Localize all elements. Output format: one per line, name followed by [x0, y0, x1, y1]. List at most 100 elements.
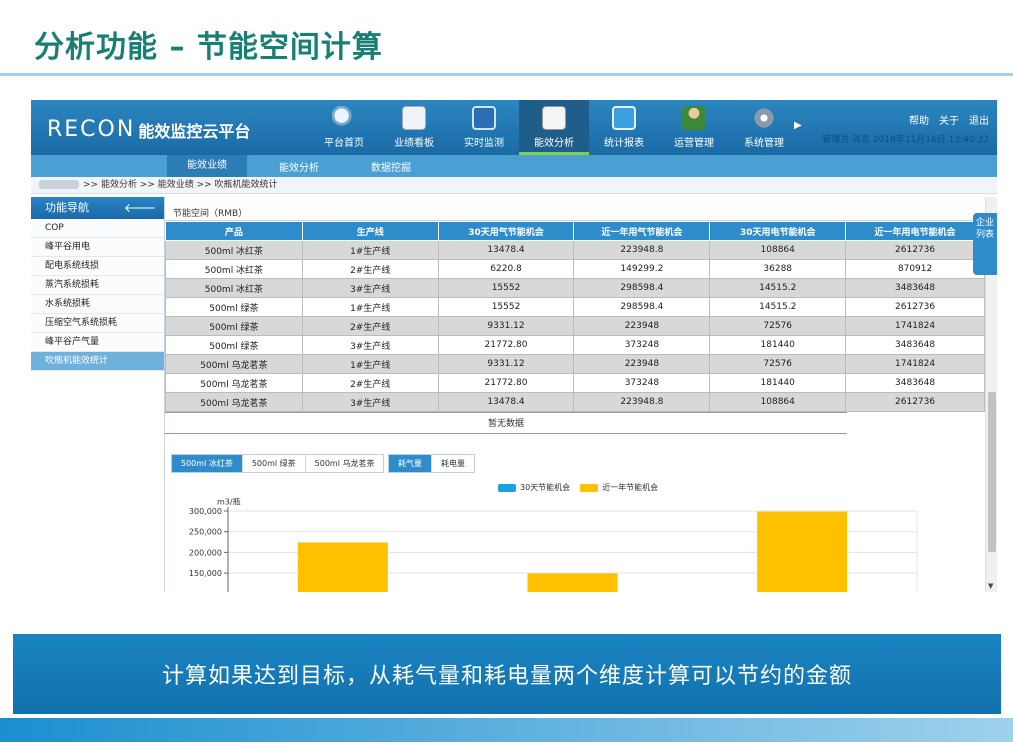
tab-product-1[interactable]: 500ml 冰红茶	[172, 455, 243, 472]
col-header[interactable]: 产品	[165, 221, 303, 241]
collapse-arrow-icon[interactable]: 🡐	[124, 197, 156, 219]
sidebar-item-line-loss[interactable]: 配电系统线损	[31, 257, 164, 276]
col-header[interactable]: 30天用气节能机会	[437, 221, 575, 241]
table-cell: 2#生产线	[301, 316, 439, 336]
bottom-bar	[0, 718, 1013, 742]
nav-item-monitor[interactable]: 实时监测	[449, 100, 519, 155]
table-cell: 72576	[709, 316, 847, 336]
table-row[interactable]: 500ml 绿茶 2#生产线 9331.12 223948 72576 1741824	[165, 316, 985, 336]
nav-item-system[interactable]: 系统管理	[729, 100, 799, 155]
magnifier-icon	[332, 106, 356, 130]
subnav-performance[interactable]: 能效业绩	[167, 155, 247, 177]
table-cell: 298598.4	[573, 297, 711, 317]
table-cell: 9331.12	[437, 316, 575, 336]
legend-item-year[interactable]: 近一年节能机会	[580, 482, 658, 493]
table-row[interactable]: 500ml 乌龙茗茶 3#生产线 13478.4 223948.8 108864 2612…	[165, 392, 985, 412]
table-cell: 500ml 绿茶	[165, 316, 303, 336]
table-cell: 298598.4	[573, 278, 711, 298]
table-row[interactable]: 500ml 冰红茶 1#生产线 13478.4 223948.8 108864 26127…	[165, 240, 985, 260]
tab-product-3[interactable]: 500ml 乌龙茗茶	[305, 455, 384, 472]
table-cell: 500ml 冰红茶	[165, 278, 303, 298]
app-logo[interactable]: RECON 能效监控云平台	[47, 117, 250, 142]
table-cell: 15552	[437, 297, 575, 317]
table-row[interactable]: 500ml 绿茶 1#生产线 15552 298598.4 14515.2 2612736	[165, 297, 985, 317]
sidebar-item-air-loss[interactable]: 压缩空气系统损耗	[31, 314, 164, 333]
table-row[interactable]: 500ml 乌龙茗茶 1#生产线 9331.12 223948 72576 1741824	[165, 354, 985, 374]
no-data-row: 暂无数据	[165, 412, 847, 434]
about-link[interactable]: 关于	[939, 112, 959, 127]
logo-brand: RECON	[47, 117, 136, 142]
bar-1-0	[297, 542, 388, 592]
table-cell: 870912	[845, 259, 985, 279]
subnav-analysis[interactable]: 能效分析	[279, 159, 319, 174]
legend-swatch	[580, 483, 599, 492]
table-cell: 21772.80	[437, 373, 575, 393]
y-tick-label: 200,000	[189, 548, 222, 557]
slide: 分析功能 – 节能空间计算 RECON 能效监控云平台 平台首页 业绩看板 实时…	[0, 0, 1013, 742]
sub-nav: 能效业绩 能效分析 数据挖掘	[31, 155, 997, 177]
report-screen-icon	[612, 106, 636, 130]
table-cell: 500ml 绿茶	[165, 335, 303, 355]
caption-text: 计算如果达到目标，从耗气量和耗电量两个维度计算可以节约的金额	[161, 664, 852, 689]
table-cell: 3483648	[845, 278, 985, 298]
table-row[interactable]: 500ml 冰红茶 2#生产线 6220.8 149299.2 36288 870912	[165, 259, 985, 279]
tab-product-2[interactable]: 500ml 绿茶	[242, 455, 306, 472]
table-cell: 3#生产线	[301, 392, 439, 412]
table-cell: 2612736	[845, 240, 985, 260]
sidebar-item-blow-molder[interactable]: 吹瓶机能效统计	[31, 352, 164, 371]
table-cell: 181440	[709, 335, 847, 355]
slide-title: 分析功能 – 节能空间计算	[34, 30, 383, 65]
monitor-icon	[472, 106, 496, 130]
enterprise-list-tab[interactable]: 企业列表	[973, 213, 997, 275]
table-row[interactable]: 500ml 冰红茶 3#生产线 15552 298598.4 14515.2 348364…	[165, 278, 985, 298]
nav-item-analysis[interactable]: 能效分析	[519, 100, 589, 155]
col-header[interactable]: 30天用电节能机会	[709, 221, 847, 241]
table-cell: 3#生产线	[301, 278, 439, 298]
sidebar-item-peak-power[interactable]: 峰平谷用电	[31, 238, 164, 257]
table-cell: 6220.8	[437, 259, 575, 279]
tab-power[interactable]: 耗电量	[432, 455, 474, 472]
y-tick-label: 300,000	[189, 507, 222, 516]
nav-more-arrow-icon[interactable]: ▶	[794, 120, 802, 131]
main-nav: 平台首页 业绩看板 实时监测 能效分析 统计报表 运营管理 系统管理	[309, 100, 799, 155]
table-cell: 500ml 乌龙茗茶	[165, 392, 303, 412]
sidebar-item-cop[interactable]: COP	[31, 219, 164, 238]
sidebar-item-steam-loss[interactable]: 蒸汽系统损耗	[31, 276, 164, 295]
y-tick-label: 150,000	[189, 569, 222, 578]
table-cell: 36288	[709, 259, 847, 279]
nav-item-operations[interactable]: 运营管理	[659, 100, 729, 155]
subnav-mining[interactable]: 数据挖掘	[371, 159, 411, 174]
table-cell: 223948	[573, 354, 711, 374]
table-title: 节能空间（RMB）	[173, 209, 248, 219]
table-cell: 500ml 绿茶	[165, 297, 303, 317]
sidebar-item-peak-gas[interactable]: 峰平谷产气量	[31, 333, 164, 352]
legend-item-30d[interactable]: 30天节能机会	[498, 482, 570, 493]
nav-item-home[interactable]: 平台首页	[309, 100, 379, 155]
top-links: 帮助 关于 退出	[909, 112, 989, 127]
scroll-down-arrow-icon[interactable]: ▼	[988, 582, 993, 590]
data-table: 产品 生产线 30天用气节能机会 近一年用气节能机会 30天用电节能机会 近一年…	[165, 221, 985, 412]
sidebar: 功能导航 🡐 COP 峰平谷用电 配电系统线损 蒸汽系统损耗 水系统损耗 压缩空…	[31, 197, 165, 592]
col-header[interactable]: 近一年用气节能机会	[573, 221, 711, 241]
main-content: 节能空间（RMB） 产品 生产线 30天用气节能机会 近一年用气节能机会 30天…	[165, 197, 985, 592]
tab-gas[interactable]: 耗气量	[389, 455, 432, 472]
col-header[interactable]: 近一年用电节能机会	[845, 221, 985, 241]
table-cell: 14515.2	[709, 278, 847, 298]
table-row[interactable]: 500ml 乌龙茗茶 2#生产线 21772.80 373248 181440 34836…	[165, 373, 985, 393]
bar-chart: m3/瓶 150,000 200,000 250,000 300,000	[189, 497, 918, 592]
table-cell: 13478.4	[437, 240, 575, 260]
title-divider	[0, 73, 1013, 76]
logout-link[interactable]: 退出	[969, 112, 989, 127]
logo-text: 能效监控云平台	[138, 121, 251, 141]
table-cell: 500ml 乌龙茗茶	[165, 373, 303, 393]
help-link[interactable]: 帮助	[909, 112, 929, 127]
nav-item-reports[interactable]: 统计报表	[589, 100, 659, 155]
scroll-thumb[interactable]	[988, 392, 996, 552]
table-header-row: 产品 生产线 30天用气节能机会 近一年用气节能机会 30天用电节能机会 近一年…	[165, 221, 985, 241]
table-cell: 15552	[437, 278, 575, 298]
table-row[interactable]: 500ml 绿茶 3#生产线 21772.80 373248 181440 3483648	[165, 335, 985, 355]
col-header[interactable]: 生产线	[301, 221, 439, 241]
sidebar-item-water-loss[interactable]: 水系统损耗	[31, 295, 164, 314]
y-axis-label: m3/瓶	[217, 497, 241, 507]
nav-item-dashboard[interactable]: 业绩看板	[379, 100, 449, 155]
